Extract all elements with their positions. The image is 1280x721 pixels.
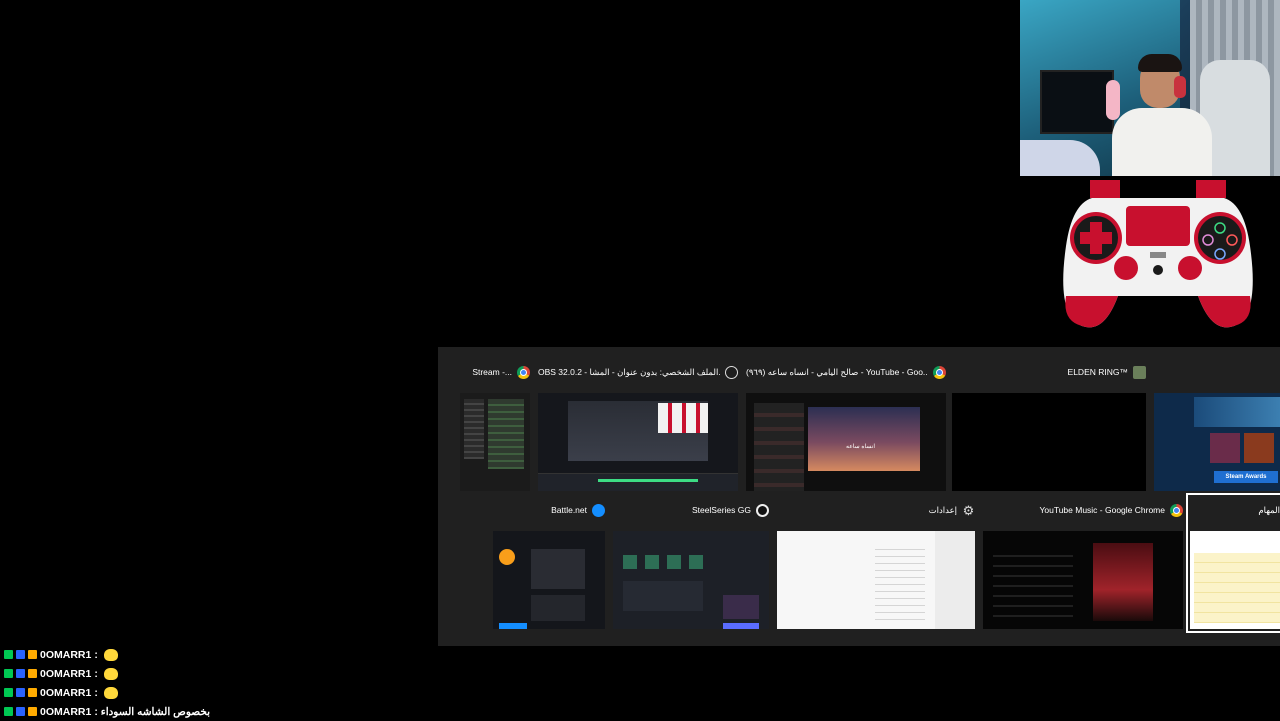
chrome-icon: [517, 365, 530, 379]
window-thumbnail: [538, 393, 738, 491]
badge-icon: [4, 669, 13, 678]
badge-icon: [16, 669, 25, 678]
task-switcher: Stream -... OBS 32.0.2 - الملف الشخصي: ب…: [438, 347, 1280, 646]
cat-emote-icon: [103, 648, 118, 661]
chat-message: 0OMARR1 :: [4, 683, 264, 702]
chat-text: :: [94, 686, 98, 699]
chat-username: 0OMARR1: [40, 648, 92, 661]
chat-message: 0OMARR1 :: [4, 645, 264, 664]
window-title: SteelSeries GG: [691, 505, 751, 515]
chat-username: 0OMARR1: [40, 686, 92, 699]
window-thumbnail: [493, 531, 605, 629]
window-thumbnail: [983, 531, 1183, 629]
badge-icon: [16, 688, 25, 697]
window-thumbnail: [460, 393, 530, 491]
steam-awards-banner: Steam Awards: [1214, 471, 1278, 483]
battlenet-icon: [592, 503, 605, 517]
window-card-obs[interactable]: OBS 32.0.2 - الملف الشخصي: بدون عنوان - …: [538, 359, 738, 491]
window-title: OBS 32.0.2 - الملف الشخصي: بدون عنوان - …: [538, 366, 720, 377]
window-card-youtube-music[interactable]: YouTube Music - Google Chrome: [983, 497, 1183, 629]
gear-icon: ⚙: [962, 502, 975, 518]
badge-icon: [28, 650, 37, 659]
window-title: Battle.net: [551, 505, 587, 515]
chat-username: 0OMARR1: [40, 667, 92, 680]
video-title: انساه ساعه: [846, 444, 875, 450]
window-title: إعدادات: [928, 504, 957, 515]
window-thumbnail: [1190, 531, 1280, 629]
badge-icon: [4, 650, 13, 659]
window-card-youtube[interactable]: (٩٦٩) صالح اليامي - انساه ساعه - YouTube…: [746, 359, 946, 491]
webcam-microphone: [1106, 80, 1120, 120]
chat-text: : بخصوص الشاشه السوداء: [94, 705, 211, 718]
chat-text: :: [94, 667, 98, 680]
window-card-settings[interactable]: إعدادات ⚙: [777, 497, 975, 629]
window-card-steam[interactable]: Steam Awards: [1154, 359, 1280, 491]
window-thumbnail: [952, 393, 1146, 491]
cat-emote-icon: [103, 686, 118, 699]
steelseries-icon: [756, 503, 769, 517]
badge-icon: [28, 688, 37, 697]
window-thumbnail: Steam Awards: [1154, 393, 1280, 491]
chrome-icon: [933, 365, 946, 379]
window-title: Stream -...: [472, 367, 512, 377]
window-title: YouTube Music - Google Chrome: [1039, 505, 1165, 515]
window-thumbnail: انساه ساعه: [746, 393, 946, 491]
window-card-stream[interactable]: Stream -...: [460, 359, 530, 491]
badge-icon: [16, 707, 25, 716]
webcam-feed: [1020, 0, 1280, 176]
obs-icon: [725, 365, 738, 379]
webcam-blanket: [1020, 140, 1100, 176]
window-thumbnail: [777, 531, 975, 629]
chrome-icon: [1170, 503, 1183, 517]
chat-message: 0OMARR1 :: [4, 664, 264, 683]
window-title: المهام: [1258, 504, 1280, 515]
stream-chat: 0OMARR1 : 0OMARR1 : 0OMARR1 : 0OMARR1 : …: [4, 645, 264, 721]
chat-username: 0OMARR1: [40, 705, 92, 718]
badge-icon: [28, 707, 37, 716]
window-card-steelseries[interactable]: SteelSeries GG: [613, 497, 769, 629]
badge-icon: [4, 707, 13, 716]
elden-ring-icon: [1133, 365, 1146, 379]
chat-text: :: [94, 648, 98, 661]
window-title: (٩٦٩) صالح اليامي - انساه ساعه - YouTube…: [746, 366, 928, 377]
cat-emote-icon: [103, 667, 118, 680]
badge-icon: [4, 688, 13, 697]
window-thumbnail: [613, 531, 769, 629]
window-card-tasks[interactable]: المهام: [1186, 493, 1280, 633]
window-card-elden-ring[interactable]: ELDEN RING™: [952, 359, 1146, 491]
gamepad-overlay-icon: [1063, 180, 1253, 328]
window-card-battlenet[interactable]: Battle.net: [493, 497, 605, 629]
window-title: ELDEN RING™: [1067, 367, 1128, 377]
badge-icon: [16, 650, 25, 659]
badge-icon: [28, 669, 37, 678]
chat-message: 0OMARR1 : بخصوص الشاشه السوداء: [4, 702, 264, 721]
